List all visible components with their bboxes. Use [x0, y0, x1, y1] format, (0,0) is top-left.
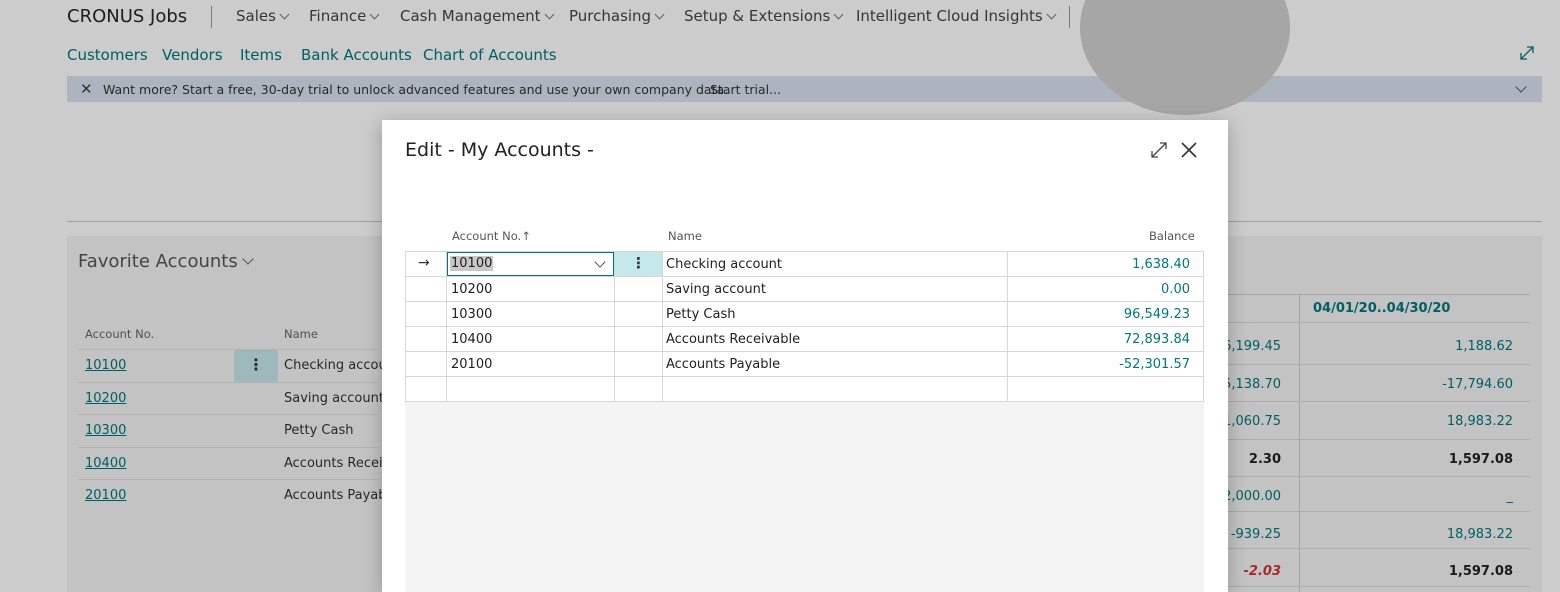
current-row-arrow-icon: →	[418, 255, 430, 271]
column-header-name[interactable]: Name	[668, 229, 702, 243]
row-divider	[405, 301, 1204, 302]
account-no-cell[interactable]: 20100	[451, 357, 492, 372]
account-no-cell[interactable]: 10400	[451, 332, 492, 347]
account-name-cell: Petty Cash	[666, 307, 736, 322]
balance-cell[interactable]: 72,893.84	[1030, 332, 1190, 347]
new-row-cell[interactable]	[447, 377, 614, 401]
row-actions-button[interactable]: ⋮	[615, 252, 662, 276]
column-header-account-no[interactable]: Account No.↑	[452, 229, 531, 243]
row-divider	[405, 276, 1204, 277]
expand-icon[interactable]	[1150, 141, 1168, 159]
close-icon[interactable]	[1179, 140, 1199, 160]
column-header-balance[interactable]: Balance	[1149, 229, 1195, 243]
sort-ascending-icon: ↑	[521, 229, 531, 243]
account-name-cell: Checking account	[666, 257, 783, 272]
row-divider	[405, 326, 1204, 327]
balance-cell[interactable]: -52,301.57	[1030, 357, 1190, 372]
account-no-cell[interactable]: 10200	[451, 282, 492, 297]
account-name-cell: Accounts Payable	[666, 357, 781, 372]
balance-cell[interactable]: 96,549.23	[1030, 307, 1190, 322]
account-name-cell: Saving account	[666, 282, 766, 297]
account-name-cell: Accounts Receivable	[666, 332, 801, 347]
balance-cell[interactable]: 0.00	[1030, 282, 1190, 297]
balance-cell[interactable]: 1,638.40	[1030, 257, 1190, 272]
account-no-value[interactable]: 10100	[450, 256, 494, 271]
row-divider	[405, 351, 1204, 352]
dialog-title: Edit - My Accounts -	[405, 139, 594, 161]
grid-empty-area	[405, 402, 1204, 592]
account-no-cell[interactable]: 10300	[451, 307, 492, 322]
